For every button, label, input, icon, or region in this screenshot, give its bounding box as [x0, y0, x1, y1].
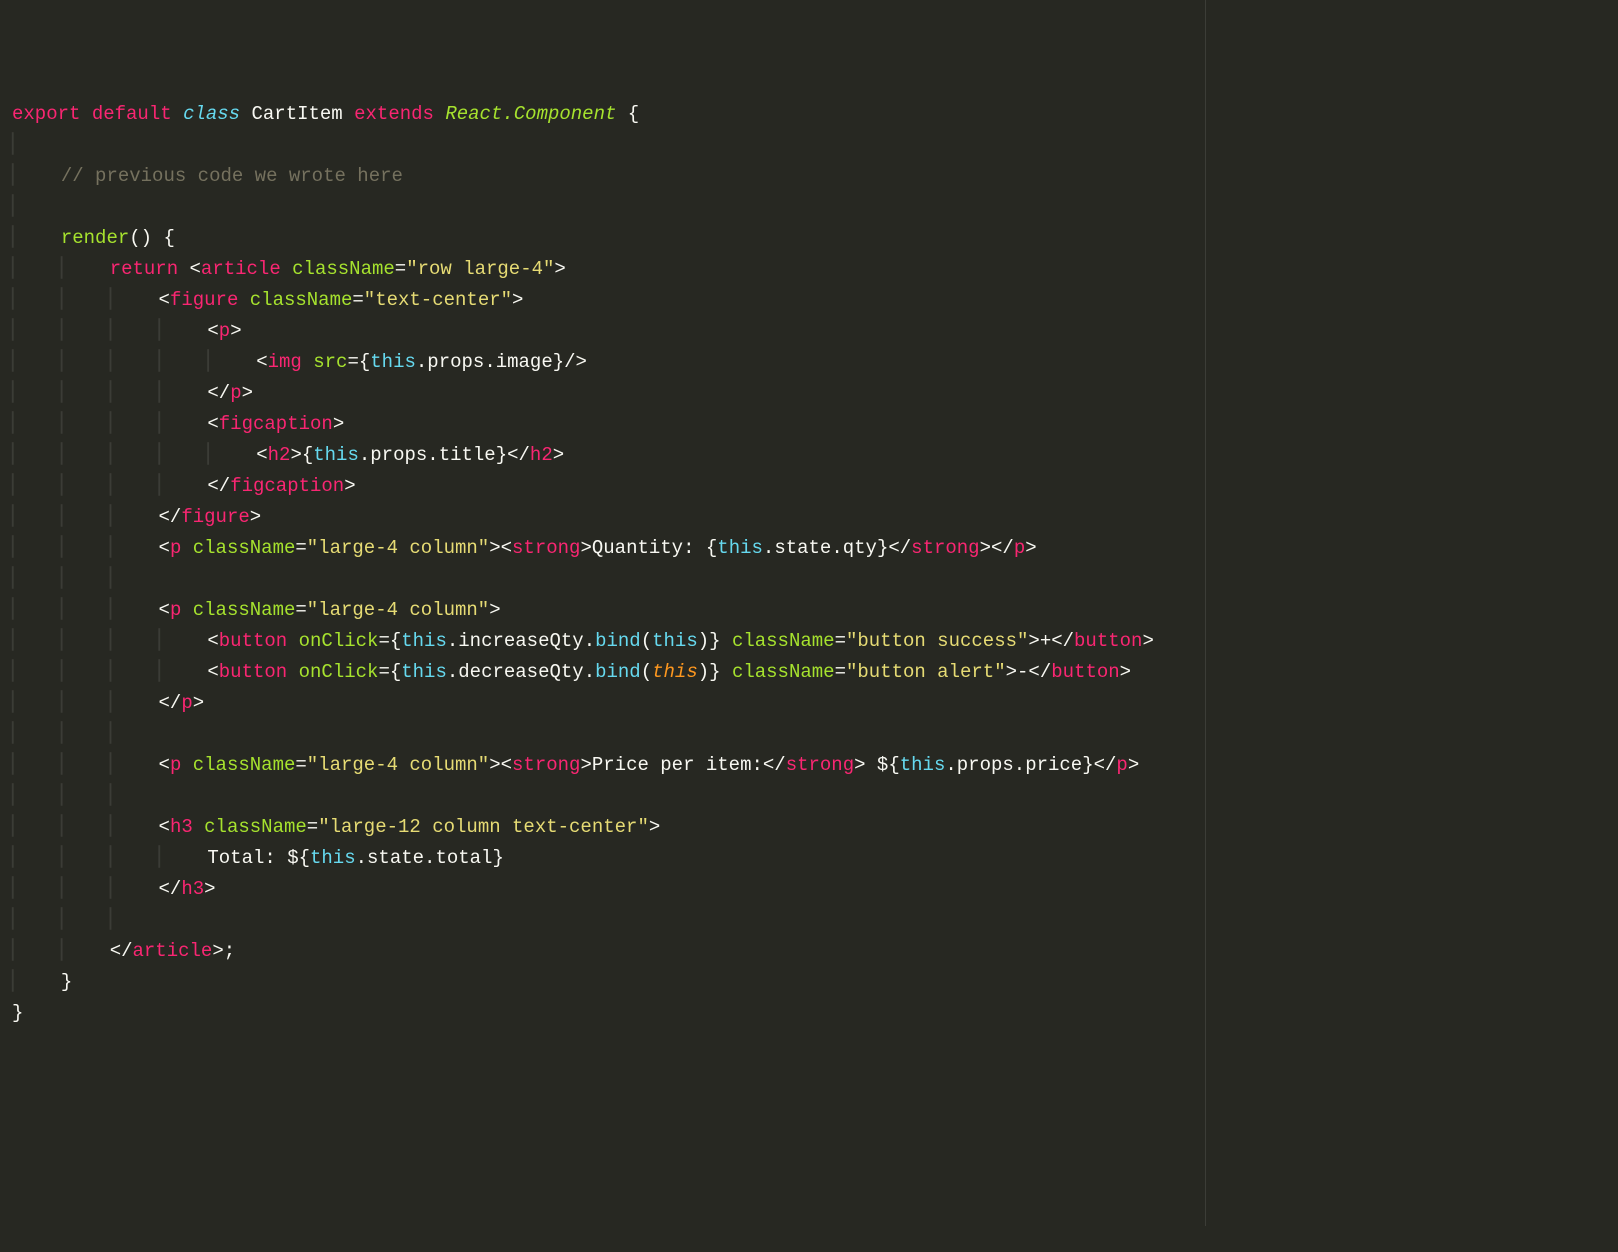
- code-line: ▏ ▏ ▏ ▏ ▏ <h2>{this.props.title}</h2>: [12, 444, 564, 466]
- code-line: ▏ ▏ ▏ ▏ <p>: [12, 320, 242, 342]
- code-line: ▏ ▏ ▏ ▏ Total: ${this.state.total}: [12, 847, 504, 869]
- code-line: ▏ ▏ ▏ </p>: [12, 692, 204, 714]
- code-line: ▏ ▏ ▏ ▏ <button onClick={this.increaseQt…: [12, 630, 1154, 652]
- code-line: ▏ ▏ ▏ </h3>: [12, 878, 216, 900]
- code-line: ▏ render() {: [12, 227, 175, 249]
- code-line: ▏ ▏ ▏ ▏ <button onClick={this.decreaseQt…: [12, 661, 1131, 683]
- code-line: ▏ ▏ ▏ <figure className="text-center">: [12, 289, 523, 311]
- code-line: ▏ ▏ return <article className="row large…: [12, 258, 566, 280]
- code-line: ▏ ▏ ▏ ▏ <figcaption>: [12, 413, 344, 435]
- code-line: ▏ }: [12, 971, 72, 993]
- code-line: ▏ ▏ </article>;: [12, 940, 235, 962]
- code-line: ▏ ▏ ▏: [12, 785, 124, 807]
- code-line: ▏ ▏ ▏ <h3 className="large-12 column tex…: [12, 816, 660, 838]
- code-line: ▏: [12, 134, 27, 156]
- code-line: ▏ ▏ ▏: [12, 723, 124, 745]
- code-line: ▏ ▏ ▏ <p className="large-4 column"><str…: [12, 754, 1139, 776]
- code-line: ▏ ▏ ▏ ▏ ▏ <img src={this.props.image}/>: [12, 351, 587, 373]
- code-block[interactable]: export default class CartItem extends Re…: [12, 99, 1618, 1029]
- code-line: ▏ ▏ ▏: [12, 568, 124, 590]
- code-line: ▏ ▏ ▏ ▏ </p>: [12, 382, 253, 404]
- code-line: ▏ // previous code we wrote here: [12, 165, 403, 187]
- code-line: export default class CartItem extends Re…: [12, 103, 639, 125]
- code-line: ▏ ▏ ▏ <p className="large-4 column"><str…: [12, 537, 1037, 559]
- code-line: }: [12, 1002, 23, 1024]
- code-line: ▏ ▏ ▏ </figure>: [12, 506, 261, 528]
- code-line: ▏ ▏ ▏: [12, 909, 124, 931]
- code-line: ▏ ▏ ▏ <p className="large-4 column">: [12, 599, 501, 621]
- code-line: ▏: [12, 196, 27, 218]
- code-line: ▏ ▏ ▏ ▏ </figcaption>: [12, 475, 356, 497]
